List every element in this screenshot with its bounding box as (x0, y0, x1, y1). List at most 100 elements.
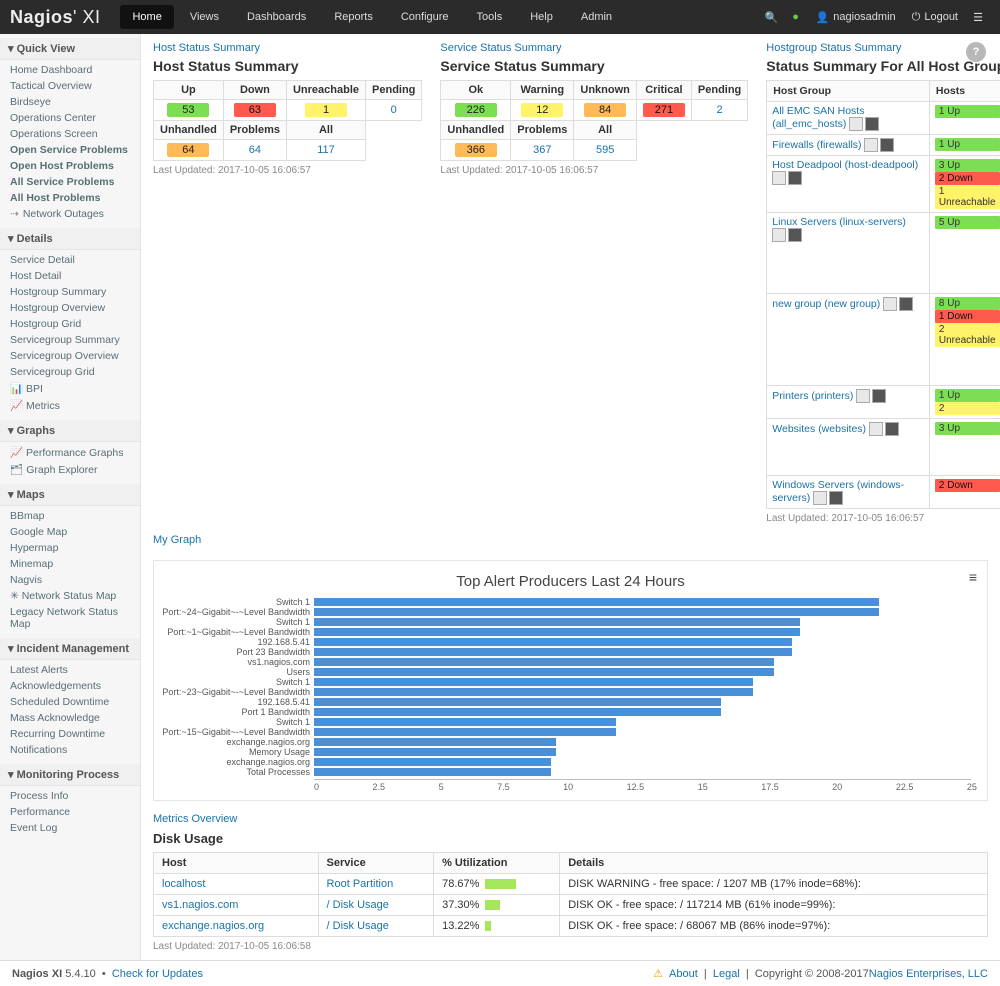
sidebar-item[interactable]: ✳ Network Status Map (0, 588, 140, 604)
service-status-link[interactable]: Service Status Summary (440, 42, 748, 54)
sidebar-item[interactable]: All Host Problems (0, 190, 140, 206)
sidebar-item[interactable]: Tactical Overview (0, 78, 140, 94)
sidebar-item[interactable]: Scheduled Downtime (0, 694, 140, 710)
host-status-link[interactable]: Host Status Summary (153, 42, 422, 54)
table-row: exchange.nagios.org/ Disk Usage13.22%DIS… (154, 916, 988, 937)
sidebar-section[interactable]: ▾ Monitoring Process (0, 764, 140, 786)
sidebar-item[interactable]: Servicegroup Overview (0, 348, 140, 364)
status-ok-icon[interactable]: ● (784, 5, 808, 29)
table-row: Windows Servers (windows-servers) 2 Down… (767, 476, 1000, 509)
grid-icon[interactable] (788, 228, 802, 242)
detail-icon[interactable] (813, 491, 827, 505)
detail-icon[interactable] (849, 117, 863, 131)
sidebar-item[interactable]: Hypermap (0, 540, 140, 556)
disk-usage-title: Disk Usage (153, 831, 988, 846)
sidebar-item[interactable]: BBmap (0, 508, 140, 524)
nav-views[interactable]: Views (178, 5, 231, 29)
grid-icon[interactable] (885, 422, 899, 436)
sidebar-item[interactable]: Notifications (0, 742, 140, 758)
chart-title: Top Alert Producers Last 24 Hours (164, 573, 977, 590)
hostgroup-link[interactable]: Hostgroup Status Summary (766, 42, 1000, 54)
sidebar-item[interactable]: Open Service Problems (0, 142, 140, 158)
sidebar-item[interactable]: Home Dashboard (0, 62, 140, 78)
host-status-dashlet: Host Status Summary Host Status Summary … (153, 42, 422, 176)
grid-icon[interactable] (788, 171, 802, 185)
detail-icon[interactable] (864, 138, 878, 152)
detail-icon[interactable] (772, 228, 786, 242)
sidebar-item[interactable]: 📊 BPI (0, 380, 140, 397)
user-menu[interactable]: 👤 nagiosadmin (816, 11, 896, 24)
sidebar-item[interactable]: Servicegroup Grid (0, 364, 140, 380)
hostgroup-title: Status Summary For All Host Groups (766, 58, 1000, 74)
company-link[interactable]: Nagios Enterprises, LLC (869, 968, 988, 980)
warning-icon[interactable]: ⚠ (653, 967, 663, 980)
my-graph-link[interactable]: My Graph (153, 534, 988, 546)
about-link[interactable]: About (669, 968, 698, 980)
sidebar-item[interactable]: Nagvis (0, 572, 140, 588)
sidebar: ▾ Quick View Home DashboardTactical Overv… (0, 34, 141, 960)
nav-dashboards[interactable]: Dashboards (235, 5, 318, 29)
sidebar-item[interactable]: 📈 Metrics (0, 397, 140, 414)
grid-icon[interactable] (865, 117, 879, 131)
sidebar-item[interactable]: Process Info (0, 788, 140, 804)
table-row: new group (new group) 8 Up1 Down2 Unreac… (767, 294, 1000, 386)
grid-icon[interactable] (872, 389, 886, 403)
sidebar-item[interactable]: Performance (0, 804, 140, 820)
metrics-overview-link[interactable]: Metrics Overview (153, 813, 988, 825)
sidebar-item[interactable]: Operations Screen (0, 126, 140, 142)
sidebar-item[interactable]: 📈 Performance Graphs (0, 444, 140, 461)
sidebar-item[interactable]: 🗂 Graph Explorer (0, 461, 140, 478)
main-nav: HomeViewsDashboardsReportsConfigureTools… (120, 5, 624, 29)
sidebar-item[interactable]: Legacy Network Status Map (0, 604, 140, 632)
detail-icon[interactable] (883, 297, 897, 311)
host-status-title: Host Status Summary (153, 58, 422, 74)
grid-icon[interactable] (899, 297, 913, 311)
chart-menu-icon[interactable]: ≡ (969, 569, 977, 585)
hostgroup-dashlet: Hostgroup Status Summary Status Summary … (766, 42, 1000, 524)
help-icon[interactable]: ? (966, 42, 986, 62)
detail-icon[interactable] (772, 171, 786, 185)
detail-icon[interactable] (869, 422, 883, 436)
sidebar-section[interactable]: ▾ Quick View (0, 38, 140, 60)
sidebar-section[interactable]: ▾ Incident Management (0, 638, 140, 660)
sidebar-item[interactable]: Latest Alerts (0, 662, 140, 678)
sidebar-item[interactable]: Google Map (0, 524, 140, 540)
sidebar-section[interactable]: ▾ Details (0, 228, 140, 250)
nav-home[interactable]: Home (120, 5, 173, 29)
check-updates-link[interactable]: Check for Updates (112, 968, 203, 980)
sidebar-item[interactable]: Hostgroup Grid (0, 316, 140, 332)
logout-button[interactable]: ⏻ Logout (912, 11, 958, 24)
nav-reports[interactable]: Reports (322, 5, 385, 29)
grid-icon[interactable] (880, 138, 894, 152)
nav-configure[interactable]: Configure (389, 5, 461, 29)
nav-admin[interactable]: Admin (569, 5, 624, 29)
sidebar-item[interactable]: Operations Center (0, 110, 140, 126)
grid-icon[interactable] (829, 491, 843, 505)
sidebar-item[interactable]: Event Log (0, 820, 140, 836)
sidebar-item[interactable]: All Service Problems (0, 174, 140, 190)
legal-link[interactable]: Legal (713, 968, 740, 980)
sidebar-item[interactable]: Open Host Problems (0, 158, 140, 174)
sidebar-item[interactable]: Host Detail (0, 268, 140, 284)
sidebar-item[interactable]: Acknowledgements (0, 678, 140, 694)
sidebar-item[interactable]: Minemap (0, 556, 140, 572)
sidebar-section[interactable]: ▾ Graphs (0, 420, 140, 442)
sidebar-item[interactable]: Hostgroup Summary (0, 284, 140, 300)
sidebar-item[interactable]: Birdseye (0, 94, 140, 110)
alert-producers-chart: ≡ Top Alert Producers Last 24 Hours Swit… (153, 560, 988, 801)
nav-help[interactable]: Help (518, 5, 565, 29)
sidebar-item[interactable]: Network Outages (0, 206, 140, 222)
footer: Nagios XI 5.4.10 • Check for Updates ⚠ A… (0, 960, 1000, 986)
sidebar-item[interactable]: Recurring Downtime (0, 726, 140, 742)
sidebar-item[interactable]: Service Detail (0, 252, 140, 268)
footer-version: 5.4.10 (65, 968, 96, 980)
sidebar-item[interactable]: Mass Acknowledge (0, 710, 140, 726)
sidebar-item[interactable]: Hostgroup Overview (0, 300, 140, 316)
search-icon[interactable]: 🔍 (760, 5, 784, 29)
service-status-dashlet: Service Status Summary Service Status Su… (440, 42, 748, 176)
sidebar-item[interactable]: Servicegroup Summary (0, 332, 140, 348)
sidebar-section[interactable]: ▾ Maps (0, 484, 140, 506)
menu-icon[interactable]: ☰ (966, 5, 990, 29)
detail-icon[interactable] (856, 389, 870, 403)
nav-tools[interactable]: Tools (465, 5, 515, 29)
